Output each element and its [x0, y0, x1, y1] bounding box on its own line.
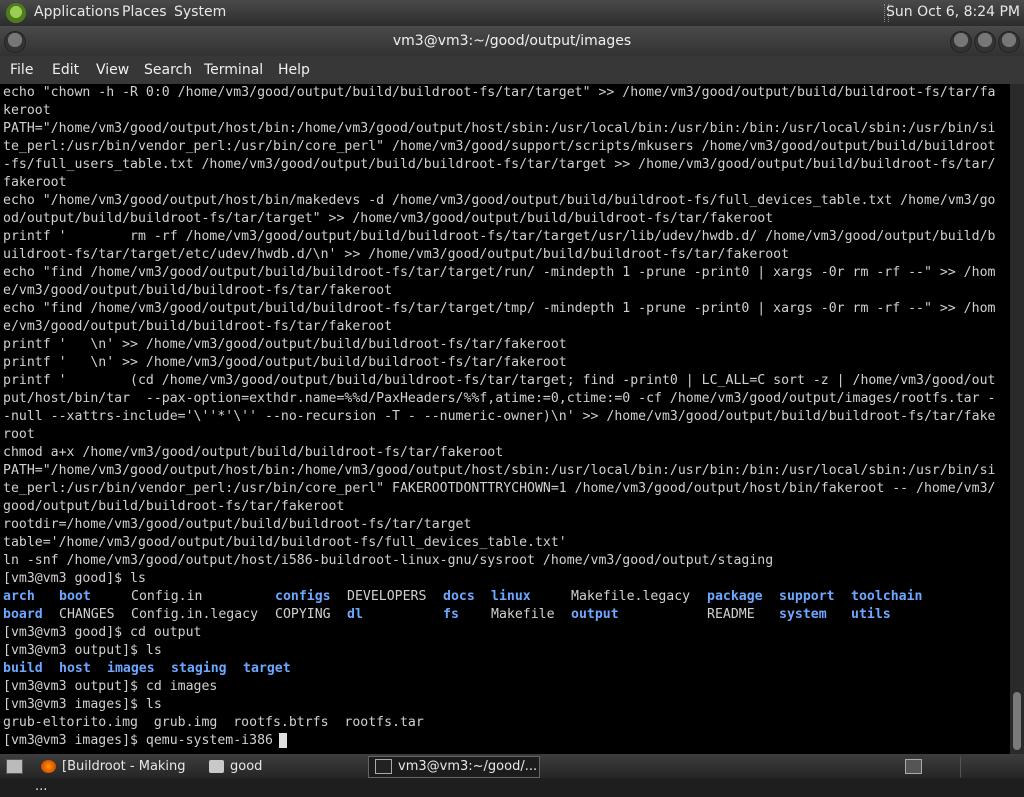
- window-titlebar[interactable]: vm3@vm3:~/good/output/images: [0, 26, 1024, 56]
- top-panel: Applications Places System Sun Oct 6, 8:…: [0, 0, 1024, 26]
- gnome-foot-icon[interactable]: [6, 3, 26, 23]
- terminal-output[interactable]: echo "chown -h -R 0:0 /home/vm3/good/out…: [0, 84, 1010, 754]
- ls-entry: utils: [851, 607, 891, 622]
- terminal-icon: [375, 759, 392, 774]
- terminal-scrollbar[interactable]: [1010, 84, 1024, 754]
- terminal-line: good/output/build/buildroot-fs/tar/faker…: [3, 499, 345, 514]
- menu-file[interactable]: File: [10, 62, 33, 78]
- terminal-line: [vm3@vm3 output]$ ls: [3, 643, 162, 658]
- terminal-line: printf ' (cd /home/vm3/good/output/build…: [3, 373, 996, 388]
- terminal-line: echo "/home/vm3/good/output/host/bin/mak…: [3, 193, 996, 208]
- terminal-line: [vm3@vm3 good]$ cd output: [3, 625, 202, 640]
- applications-menu[interactable]: Applications: [34, 4, 120, 20]
- ls-entry: arch: [3, 589, 35, 604]
- terminal-line: te_perl:/usr/bin/vendor_perl:/usr/bin/co…: [3, 481, 996, 496]
- taskbar-label: good: [230, 759, 263, 774]
- ls-entry: output: [571, 607, 619, 622]
- terminal-line: uildroot-fs/tar/target/etc/udev/hwdb.d/\…: [3, 247, 790, 262]
- workspace-2[interactable]: [960, 756, 1002, 778]
- maximize-icon[interactable]: [974, 31, 996, 53]
- ls-entry: build: [3, 661, 43, 676]
- terminal-line: te_perl:/usr/bin/vendor_perl:/usr/bin/co…: [3, 139, 996, 154]
- terminal-line: table='/home/vm3/good/output/build/build…: [3, 535, 567, 550]
- ls-entry: configs: [275, 589, 331, 604]
- terminal-line: e/vm3/good/output/build/buildroot-fs/tar…: [3, 319, 393, 334]
- terminal-line: fakeroot: [3, 175, 67, 190]
- terminal-line: keroot: [3, 103, 51, 118]
- ls-entry: dl: [347, 607, 363, 622]
- taskbar-item-folder[interactable]: good: [202, 756, 364, 778]
- ls-entry: Config.in.legacy: [131, 607, 259, 622]
- terminal-line: printf ' \n' >> /home/vm3/good/output/bu…: [3, 355, 567, 370]
- desktop-icon: [6, 759, 23, 774]
- ls-entry: board: [3, 607, 43, 622]
- terminal-line: printf ' rm -rf /home/vm3/good/output/bu…: [3, 229, 996, 244]
- ls-entry: fs: [443, 607, 459, 622]
- minimize-icon[interactable]: [950, 31, 972, 53]
- terminal-line: printf ' \n' >> /home/vm3/good/output/bu…: [3, 337, 567, 352]
- terminal-line: PATH="/home/vm3/good/output/host/bin:/ho…: [3, 121, 996, 136]
- ls-entry: CHANGES: [59, 607, 115, 622]
- workspace-1[interactable]: [898, 756, 928, 778]
- ls-entry: DEVELOPERS: [347, 589, 427, 604]
- ls-entry: package: [707, 589, 763, 604]
- menu-terminal[interactable]: Terminal: [204, 62, 263, 78]
- ls-entry: linux: [491, 589, 531, 604]
- terminal-line: od/output/build/buildroot-fs/tar/target"…: [3, 211, 774, 226]
- ls-entry: Config.in: [131, 589, 203, 604]
- ls-entry: README: [707, 607, 755, 622]
- terminal-line: echo "chown -h -R 0:0 /home/vm3/good/out…: [3, 85, 996, 100]
- menu-bar: File Edit View Search Terminal Help: [0, 56, 1024, 84]
- scrollbar-thumb[interactable]: [1013, 692, 1021, 750]
- ls-entry: staging: [171, 661, 227, 676]
- ls-entry: COPYING: [275, 607, 331, 622]
- ls-entry: toolchain: [851, 589, 923, 604]
- workspace-icon: [905, 759, 922, 774]
- terminal-line: [vm3@vm3 images]$ ls: [3, 697, 162, 712]
- places-menu[interactable]: Places: [122, 4, 167, 20]
- show-desktop-button[interactable]: [2, 756, 26, 778]
- terminal-line: put/host/bin/tar --pax-option=exthdr.nam…: [3, 391, 996, 406]
- terminal-line: echo "find /home/vm3/good/output/build/b…: [3, 301, 996, 316]
- ls-entry: host: [59, 661, 91, 676]
- text-cursor: [278, 732, 287, 748]
- terminal-prompt[interactable]: [vm3@vm3 images]$ qemu-system-i386: [3, 732, 287, 750]
- ls-entry: support: [779, 589, 835, 604]
- system-menu[interactable]: System: [174, 4, 226, 20]
- terminal-line: [vm3@vm3 output]$ cd images: [3, 679, 218, 694]
- ls-entry: target: [243, 661, 291, 676]
- terminal-line: [vm3@vm3 good]$ ls: [3, 571, 146, 586]
- terminal-line: e/vm3/good/output/build/buildroot-fs/tar…: [3, 283, 393, 298]
- firefox-icon: [41, 760, 56, 773]
- clock[interactable]: Sun Oct 6, 8:24 PM: [886, 4, 1020, 20]
- terminal-line: echo "find /home/vm3/good/output/build/b…: [3, 265, 996, 280]
- taskbar-label: vm3@vm3:~/good/...: [398, 759, 538, 774]
- ls-entry: Makefile.legacy: [571, 589, 691, 604]
- close-icon[interactable]: [998, 31, 1020, 53]
- bottom-taskbar: [Buildroot - Making ... good vm3@vm3:~/g…: [0, 754, 1024, 794]
- ls-entry: docs: [443, 589, 475, 604]
- terminal-line: root: [3, 427, 35, 442]
- terminal-line: rootdir=/home/vm3/good/output/build/buil…: [3, 517, 472, 532]
- prompt-text: [vm3@vm3 images]$ qemu-system-i386: [3, 733, 273, 748]
- ls-entry: images: [107, 661, 155, 676]
- ls-entry: system: [779, 607, 827, 622]
- window-title: vm3@vm3:~/good/output/images: [392, 33, 632, 49]
- taskbar-item-firefox[interactable]: [Buildroot - Making ...: [34, 756, 202, 794]
- folder-icon: [209, 760, 224, 773]
- terminal-line: grub-eltorito.img grub.img rootfs.btrfs …: [3, 715, 424, 730]
- terminal-line: -fs/full_users_table.txt /home/vm3/good/…: [3, 157, 996, 172]
- terminal-line: PATH="/home/vm3/good/output/host/bin:/ho…: [3, 463, 996, 478]
- menu-help[interactable]: Help: [278, 62, 310, 78]
- menu-search[interactable]: Search: [144, 62, 192, 78]
- ls-entry: Makefile: [491, 607, 555, 622]
- terminal-line: ln -snf /home/vm3/good/output/host/i586-…: [3, 553, 774, 568]
- terminal-line: chmod a+x /home/vm3/good/output/build/bu…: [3, 445, 504, 460]
- terminal-line: -null --xattrs-include='\''*'\'' --no-re…: [3, 409, 996, 424]
- menu-edit[interactable]: Edit: [52, 62, 79, 78]
- menu-view[interactable]: View: [96, 62, 129, 78]
- taskbar-label: [Buildroot - Making ...: [35, 759, 186, 794]
- taskbar-item-terminal[interactable]: vm3@vm3:~/good/...: [368, 756, 540, 778]
- ls-entry: boot: [59, 589, 91, 604]
